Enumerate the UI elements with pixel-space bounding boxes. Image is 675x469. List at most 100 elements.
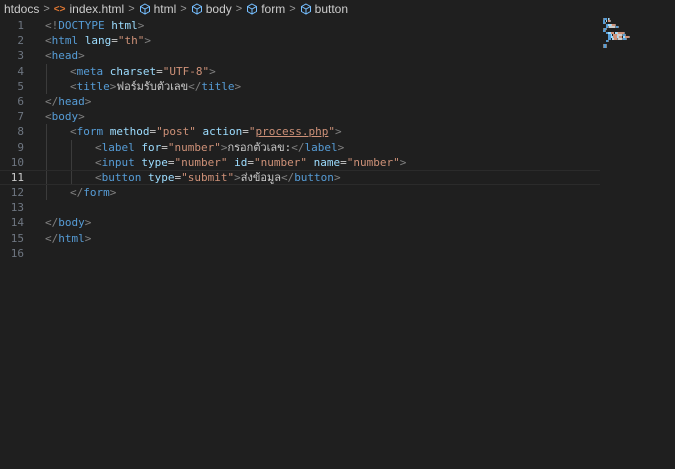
code-line[interactable]: </html> [45, 231, 595, 246]
code-line[interactable] [45, 200, 595, 215]
minimap-mark [618, 26, 620, 28]
code-token: = [167, 155, 175, 169]
breadcrumb-label: button [314, 2, 349, 16]
code-token: = [161, 140, 168, 154]
code-token: html [58, 231, 85, 245]
code-token: "number" [167, 140, 221, 154]
code-token: title [76, 79, 110, 93]
line-number: 16 [10, 246, 24, 260]
line-number: 1 [17, 19, 24, 32]
code-line-content: </head> [45, 94, 91, 109]
code-line[interactable]: </head> [45, 94, 595, 109]
code-token: > [334, 125, 342, 139]
code-token: < [70, 79, 77, 93]
code-editor[interactable]: 1 2 3 4 5 6 7 8 9 10 11 12 13 14 15 16 <!DOCTYPE html> <… [0, 18, 675, 469]
code-token: </ [45, 94, 59, 108]
breadcrumb-item-form[interactable]: form [246, 0, 285, 18]
code-line[interactable]: <body> [45, 109, 595, 124]
code-token: name [313, 155, 341, 169]
breadcrumb: htdocs > <> index.html > html > body > form > butto… [0, 0, 675, 18]
code-token: = [111, 34, 118, 48]
code-token: = [156, 64, 163, 78]
code-token: label [101, 140, 135, 154]
code-token: </ [280, 170, 295, 184]
minimap-mark [608, 40, 610, 42]
element-cube-icon [300, 3, 312, 15]
code-token: > [399, 155, 407, 169]
breadcrumb-item-button[interactable]: button [300, 0, 348, 18]
line-number-gutter: 1 2 3 4 5 6 7 8 9 10 11 12 13 14 15 16 [0, 18, 32, 261]
code-token: action [202, 125, 243, 139]
indent-guide [46, 154, 47, 170]
code-token: ฟอร์มรับตัวเลข [116, 79, 189, 93]
code-line[interactable]: <form method="post" action="process.php"… [45, 124, 595, 140]
code-area[interactable]: <!DOCTYPE html> <html lang="th"> <head> <me… [0, 18, 600, 261]
code-token: > [109, 186, 117, 200]
code-token: <! [45, 19, 59, 32]
breadcrumb-label: html [153, 2, 177, 16]
line-number: 11 [10, 170, 24, 184]
code-token: button [101, 170, 142, 184]
line-number: 13 [10, 201, 24, 215]
code-token: </ [188, 79, 202, 93]
element-cube-icon [246, 3, 258, 15]
breadcrumb-item-htdocs[interactable]: htdocs [4, 0, 39, 18]
code-token: type [141, 155, 168, 169]
code-line[interactable]: <meta charset="UTF-8"> [45, 63, 595, 79]
code-token: </ [45, 216, 59, 230]
code-token: head [51, 49, 79, 63]
code-line[interactable]: <head> [45, 48, 595, 63]
code-line[interactable]: </body> [45, 215, 595, 230]
code-line-content: <form method="post" action="process.php"… [70, 124, 342, 139]
code-line-content: <label for="number">กรอกตัวเลข:</label> [95, 140, 344, 155]
code-line-content: </html> [45, 231, 91, 246]
code-token: > [234, 170, 241, 184]
code-line-content: <title>ฟอร์มรับตัวเลข</title> [70, 79, 241, 94]
code-token: > [78, 49, 85, 63]
code-token: input [101, 155, 135, 169]
line-number: 7 [17, 110, 24, 124]
minimap[interactable] [603, 18, 651, 48]
code-line-content: <html lang="th"> [45, 33, 151, 48]
indent-guide [46, 63, 47, 79]
code-token: กรอกตัวเลข: [227, 140, 292, 154]
code-token: = [247, 155, 254, 169]
code-line[interactable]: <title>ฟอร์มรับตัวเลข</title> [45, 78, 595, 94]
code-line-content: <body> [45, 109, 85, 124]
line-number: 9 [17, 140, 24, 154]
breadcrumb-item-html[interactable]: html [139, 0, 177, 18]
code-line[interactable]: <!DOCTYPE html> [45, 18, 595, 33]
code-token: > [333, 170, 341, 184]
code-line-content: </form> [70, 185, 116, 200]
breadcrumb-item-body[interactable]: body [191, 0, 232, 18]
minimap-mark [625, 38, 627, 40]
code-line[interactable]: <button type="submit">ส่งข้อมูล</button> [0, 169, 600, 186]
indent-guide [46, 185, 47, 201]
code-token: label [304, 140, 338, 154]
code-line[interactable]: <input type="number" id="number" name="n… [45, 154, 595, 170]
indent-guide [71, 139, 72, 155]
code-token: < [95, 155, 102, 169]
breadcrumb-label: body [205, 2, 232, 16]
code-token: lang [84, 34, 112, 48]
breadcrumb-separator-icon: > [289, 3, 296, 15]
line-number: 15 [10, 231, 24, 245]
breadcrumb-item-index-html[interactable]: <> index.html [54, 0, 124, 18]
code-token: button [294, 170, 334, 184]
minimap-mark [628, 36, 630, 38]
code-token: "post" [156, 125, 196, 139]
code-line[interactable] [45, 246, 595, 261]
indent-guide [71, 169, 72, 186]
code-token: html [51, 34, 79, 48]
code-line[interactable]: <label for="number">กรอกตัวเลข:</label> [45, 139, 595, 155]
code-token: </ [70, 186, 84, 200]
code-token: > [84, 94, 92, 108]
code-token: meta [76, 64, 104, 78]
code-line[interactable]: <html lang="th"> [45, 33, 595, 48]
code-line[interactable]: </form> [45, 185, 595, 201]
code-line-content: <button type="submit">ส่งข้อมูล</button> [95, 170, 341, 185]
